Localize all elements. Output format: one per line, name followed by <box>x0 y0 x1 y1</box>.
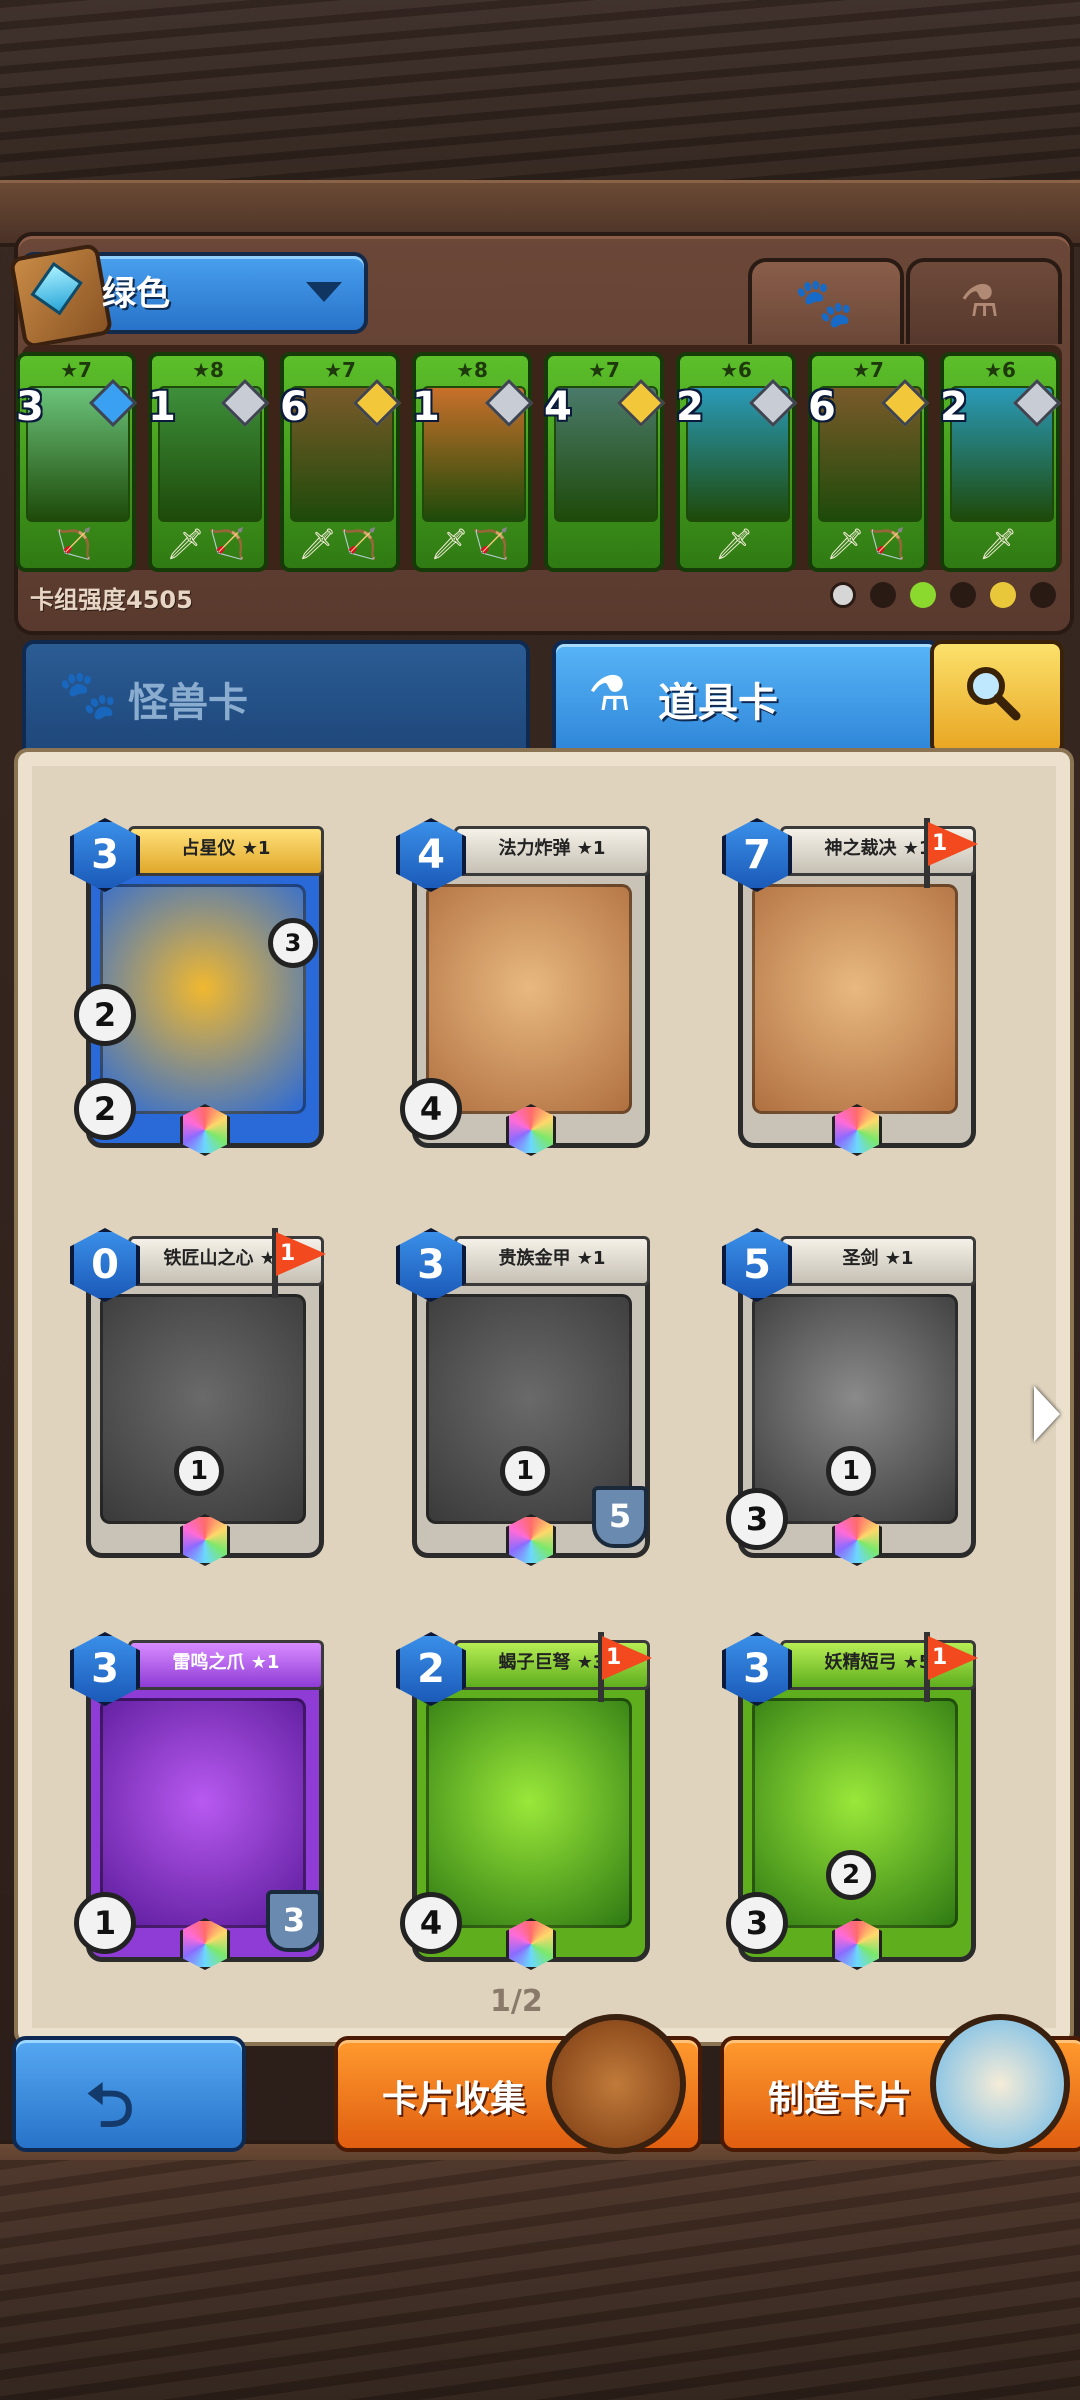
deck-card[interactable]: ★7 4 <box>544 352 666 572</box>
tab-item-deck[interactable]: ⚗ <box>906 258 1062 344</box>
paw-icon: 🐾 <box>794 275 854 331</box>
effect-value: 1 <box>174 1446 224 1496</box>
card-stars: ★6 <box>720 358 752 382</box>
next-page-arrow-icon[interactable] <box>1034 1386 1060 1442</box>
attack-stat: 4 <box>400 1892 462 1954</box>
weapon-icons: 🗡🏹 <box>298 527 382 562</box>
card-name: 雷鸣之爪 ★1 <box>128 1640 324 1690</box>
attack-stat: 3 <box>726 1892 788 1954</box>
bottom-wood-background <box>0 2160 1080 2400</box>
card-name: 法力炸弹 ★1 <box>454 826 650 876</box>
side-effect-value: 3 <box>268 918 318 968</box>
paw-icon: 🐾 <box>58 667 118 723</box>
flask-icon: ⚗ <box>588 666 632 722</box>
dice-stat: 2 <box>74 984 136 1046</box>
item-card[interactable]: 雷鸣之爪 ★1 3 1 3 <box>70 1632 324 1970</box>
card-cost: 2 <box>940 384 968 430</box>
card-collection-label: 卡片收集 <box>382 2079 527 2120</box>
deck-card[interactable]: ★6 2 🗡 <box>676 352 798 572</box>
attack-stat: 2 <box>74 1078 136 1140</box>
filter-nature-icon[interactable] <box>910 582 936 608</box>
back-arrow-icon: ⮌ <box>86 2071 135 2141</box>
craft-card-label: 制造卡片 <box>768 2079 913 2120</box>
item-card[interactable]: 神之裁决 ★1 7 1 <box>722 818 978 1156</box>
deck-card[interactable]: ★6 2 🗡 <box>940 352 1062 572</box>
card-art <box>426 1698 632 1928</box>
back-button[interactable]: ⮌ <box>12 2036 246 2152</box>
weapon-icons: 🗡🏹 <box>826 527 910 562</box>
armor-shield-stat: 5 <box>592 1486 648 1548</box>
search-button[interactable] <box>930 640 1064 756</box>
tab-monster-deck[interactable]: 🐾 <box>748 258 904 344</box>
effect-value: 2 <box>826 1850 876 1900</box>
attack-stat: 3 <box>726 1488 788 1550</box>
item-card[interactable]: 贵族金甲 ★1 3 1 5 <box>396 1228 650 1566</box>
filter-element-icon[interactable] <box>950 582 976 608</box>
card-cost: 2 <box>676 384 704 430</box>
card-cost: 3 <box>16 384 44 430</box>
attack-stat: 1 <box>74 1892 136 1954</box>
filter-element-icon[interactable] <box>870 582 896 608</box>
chevron-down-icon <box>306 282 342 302</box>
card-stars: ★6 <box>984 358 1016 382</box>
filter-lightning-icon[interactable] <box>990 582 1016 608</box>
filter-fire-icon[interactable] <box>1030 582 1056 608</box>
weapon-icons: 🗡 <box>714 527 758 562</box>
item-card[interactable]: 蝎子巨弩 ★3 2 1 4 <box>396 1632 652 1970</box>
deck-card[interactable]: ★7 6 🗡🏹 <box>280 352 402 572</box>
attack-stat: 4 <box>400 1078 462 1140</box>
card-stars: ★7 <box>588 358 620 382</box>
deck-name: 绿色 <box>102 274 170 314</box>
deck-card[interactable]: ★7 3 🏹 <box>16 352 138 572</box>
weapon-icons: 🗡 <box>978 527 1022 562</box>
card-cost: 1 <box>412 384 440 430</box>
card-cost: 6 <box>280 384 308 430</box>
card-stars: ★7 <box>60 358 92 382</box>
card-cost: 6 <box>808 384 836 430</box>
deck-card[interactable]: ★7 6 🗡🏹 <box>808 352 930 572</box>
deck-power-label: 卡组强度4505 <box>30 586 193 614</box>
weapon-icons: 🗡🏹 <box>430 527 514 562</box>
card-book-icon <box>546 2014 686 2154</box>
potion-jar-icon <box>930 2014 1070 2154</box>
card-stars: ★8 <box>192 358 224 382</box>
weapon-icons: 🏹 <box>55 527 97 562</box>
weapon-icons: 🗡🏹 <box>166 527 250 562</box>
card-stars: ★7 <box>852 358 884 382</box>
card-stars: ★7 <box>324 358 356 382</box>
item-card[interactable]: 铁匠山之心 ★1 0 1 1 <box>70 1228 326 1566</box>
item-card[interactable]: 占星仪 ★1 3 2 2 3 <box>70 818 324 1156</box>
card-stars: ★8 <box>456 358 488 382</box>
armor-shield-stat: 3 <box>266 1890 322 1952</box>
flask-icon: ⚗ <box>960 276 1000 327</box>
card-name: 占星仪 ★1 <box>128 826 324 876</box>
filter-all-icon[interactable] <box>830 582 856 608</box>
deck-card[interactable]: ★8 1 🗡🏹 <box>412 352 534 572</box>
element-filter-icons <box>830 582 1060 612</box>
item-card[interactable]: 法力炸弹 ★1 4 4 <box>396 818 650 1156</box>
effect-value: 1 <box>826 1446 876 1496</box>
item-card[interactable]: 圣剑 ★1 5 3 1 <box>722 1228 976 1566</box>
tab-monster-cards[interactable]: 🐾 怪兽卡 <box>22 640 530 752</box>
tab-item-cards[interactable]: ⚗ 道具卡 <box>552 640 940 752</box>
tab-item-label: 道具卡 <box>658 680 778 726</box>
item-card[interactable]: 妖精短弓 ★5 3 1 3 2 <box>722 1632 978 1970</box>
deck-selector-dropdown[interactable]: 绿色 <box>8 242 368 350</box>
deck-book-icon <box>8 242 114 350</box>
card-cost: 1 <box>148 384 176 430</box>
search-icon <box>967 667 1021 721</box>
effect-value: 1 <box>500 1446 550 1496</box>
tab-monster-label: 怪兽卡 <box>128 680 248 726</box>
card-name: 贵族金甲 ★1 <box>454 1236 650 1286</box>
card-art <box>426 884 632 1114</box>
page-indicator: 1/2 <box>490 1984 543 2019</box>
deck-card[interactable]: ★8 1 🗡🏹 <box>148 352 270 572</box>
card-cost: 4 <box>544 384 572 430</box>
card-name: 圣剑 ★1 <box>780 1236 976 1286</box>
card-art <box>752 884 958 1114</box>
